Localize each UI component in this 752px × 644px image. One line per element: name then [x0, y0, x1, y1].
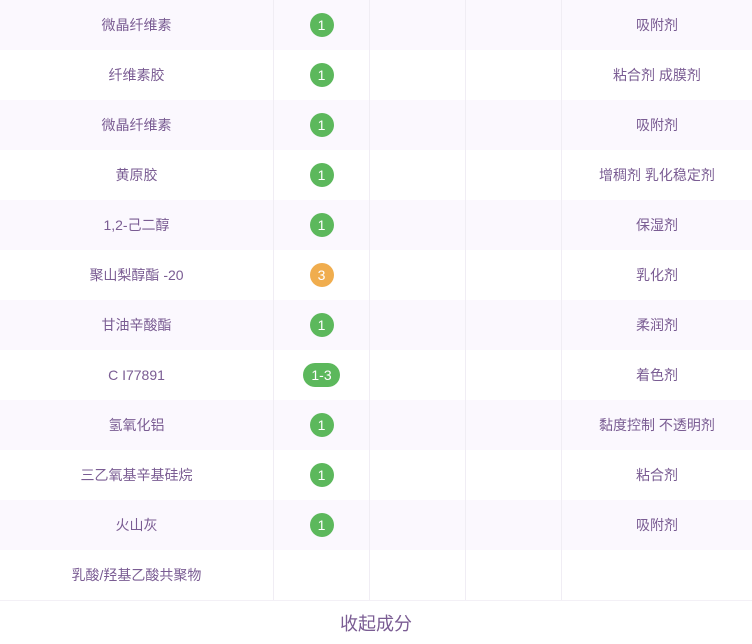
safety-score-badge: 1	[309, 63, 334, 87]
active-cell	[370, 300, 466, 350]
ingredient-name[interactable]: 三乙氧基辛基硅烷	[0, 450, 274, 500]
safety-score-cell: 1	[274, 300, 370, 350]
table-row[interactable]: 聚山梨醇酯 -20 3 乳化剂	[0, 250, 752, 300]
active-cell	[370, 400, 466, 450]
safety-score-badge: 1	[309, 113, 334, 137]
ingredient-name[interactable]: C I77891	[0, 350, 274, 400]
ingredient-table: 微晶纤维素 1 吸附剂 纤维素胶 1 粘合剂 成膜剂 微晶纤维素 1 吸附剂 黄…	[0, 0, 752, 600]
safety-score-badge: 1	[309, 163, 334, 187]
safety-score-cell: 1	[274, 50, 370, 100]
acne-risk-cell	[466, 350, 562, 400]
active-cell	[370, 150, 466, 200]
active-cell	[370, 100, 466, 150]
ingredient-name[interactable]: 微晶纤维素	[0, 100, 274, 150]
ingredient-purpose: 乳化剂	[636, 267, 678, 283]
acne-risk-cell	[466, 100, 562, 150]
safety-score-cell: 3	[274, 250, 370, 300]
acne-risk-cell	[466, 0, 562, 50]
ingredient-name[interactable]: 火山灰	[0, 500, 274, 550]
safety-score-cell: 1	[274, 0, 370, 50]
table-row[interactable]: 黄原胶 1 增稠剂 乳化稳定剂	[0, 150, 752, 200]
ingredient-name[interactable]: 聚山梨醇酯 -20	[0, 250, 274, 300]
ingredient-purpose: 吸附剂	[636, 517, 678, 533]
table-row[interactable]: 1,2-己二醇 1 保湿剂	[0, 200, 752, 250]
safety-score-cell: 1	[274, 150, 370, 200]
ingredient-purpose: 增稠剂 乳化稳定剂	[599, 167, 715, 183]
table-row[interactable]: 三乙氧基辛基硅烷 1 粘合剂	[0, 450, 752, 500]
table-row[interactable]: 火山灰 1 吸附剂	[0, 500, 752, 550]
safety-score-cell: 1	[274, 100, 370, 150]
acne-risk-cell	[466, 450, 562, 500]
table-row[interactable]: 微晶纤维素 1 吸附剂	[0, 100, 752, 150]
safety-score-badge: 1	[309, 513, 334, 537]
acne-risk-cell	[466, 300, 562, 350]
acne-risk-cell	[466, 150, 562, 200]
ingredient-name[interactable]: 微晶纤维素	[0, 0, 274, 50]
safety-score-cell: 1	[274, 200, 370, 250]
ingredient-purpose: 吸附剂	[636, 17, 678, 33]
ingredient-purpose: 着色剂	[636, 367, 678, 383]
ingredient-name[interactable]: 氢氧化铝	[0, 400, 274, 450]
acne-risk-cell	[466, 250, 562, 300]
safety-score-badge: 3	[309, 263, 334, 287]
acne-risk-cell	[466, 50, 562, 100]
table-row[interactable]: 甘油辛酸酯 1 柔润剂	[0, 300, 752, 350]
table-row[interactable]: 纤维素胶 1 粘合剂 成膜剂	[0, 50, 752, 100]
ingredient-purpose: 吸附剂	[636, 117, 678, 133]
ingredient-purpose: 柔润剂	[636, 317, 678, 333]
ingredient-name[interactable]: 纤维素胶	[0, 50, 274, 100]
active-cell	[370, 250, 466, 300]
safety-score-badge: 1	[309, 463, 334, 487]
active-cell	[370, 50, 466, 100]
table-row[interactable]: 乳酸/羟基乙酸共聚物	[0, 550, 752, 600]
ingredient-purpose: 保湿剂	[636, 217, 678, 233]
active-cell	[370, 350, 466, 400]
acne-risk-cell	[466, 400, 562, 450]
safety-score-cell	[274, 550, 370, 600]
ingredient-name[interactable]: 甘油辛酸酯	[0, 300, 274, 350]
ingredient-purpose	[562, 550, 752, 600]
ingredient-purpose: 粘合剂 成膜剂	[613, 67, 701, 83]
active-cell	[370, 550, 466, 600]
safety-score-badge: 1	[309, 213, 334, 237]
ingredient-name[interactable]: 乳酸/羟基乙酸共聚物	[0, 550, 274, 600]
ingredient-name[interactable]: 1,2-己二醇	[0, 200, 274, 250]
collapse-ingredients-button[interactable]: 收起成分	[0, 600, 752, 644]
active-cell	[370, 0, 466, 50]
acne-risk-cell	[466, 500, 562, 550]
active-cell	[370, 450, 466, 500]
safety-score-cell: 1	[274, 450, 370, 500]
table-row[interactable]: 微晶纤维素 1 吸附剂	[0, 0, 752, 50]
safety-score-badge: 1	[309, 313, 334, 337]
ingredient-purpose: 黏度控制 不透明剂	[599, 417, 715, 433]
safety-score-badge: 1	[309, 13, 334, 37]
ingredient-name[interactable]: 黄原胶	[0, 150, 274, 200]
ingredient-purpose: 粘合剂	[636, 467, 678, 483]
acne-risk-cell	[466, 200, 562, 250]
safety-score-cell: 1-3	[274, 350, 370, 400]
table-row[interactable]: C I77891 1-3 着色剂	[0, 350, 752, 400]
table-row[interactable]: 氢氧化铝 1 黏度控制 不透明剂	[0, 400, 752, 450]
active-cell	[370, 500, 466, 550]
active-cell	[370, 200, 466, 250]
safety-score-badge: 1-3	[303, 363, 340, 387]
safety-score-cell: 1	[274, 400, 370, 450]
safety-score-badge: 1	[309, 413, 334, 437]
acne-risk-cell	[466, 550, 562, 600]
safety-score-cell: 1	[274, 500, 370, 550]
